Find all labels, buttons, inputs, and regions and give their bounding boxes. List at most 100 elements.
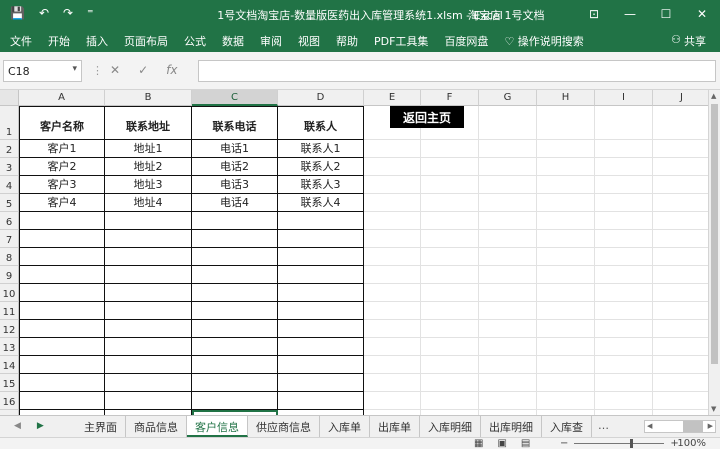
ribbon-display-icon[interactable]: ⊡ xyxy=(576,0,612,28)
column-header-c[interactable]: C xyxy=(192,90,278,106)
sheet-prev-icon[interactable]: ◀ xyxy=(14,421,21,431)
column-header-i[interactable]: I xyxy=(595,90,653,106)
cell-i15[interactable] xyxy=(595,374,653,392)
cell-j2[interactable] xyxy=(653,140,708,158)
cell-i7[interactable] xyxy=(595,230,653,248)
cell-j12[interactable] xyxy=(653,320,708,338)
table-cell-empty[interactable] xyxy=(105,230,192,248)
table-cell-empty[interactable] xyxy=(192,320,278,338)
cell-i11[interactable] xyxy=(595,302,653,320)
table-cell[interactable]: 客户1 xyxy=(19,140,105,158)
sheet-tab[interactable]: 供应商信息 xyxy=(248,416,320,437)
cell-e9[interactable] xyxy=(364,266,421,284)
tab-file[interactable]: 文件 xyxy=(6,33,44,49)
column-header-b[interactable]: B xyxy=(105,90,192,106)
row-header-15[interactable]: 15 xyxy=(0,374,19,392)
table-cell-empty[interactable] xyxy=(192,266,278,284)
chevron-down-icon[interactable]: ▾ xyxy=(72,64,77,74)
column-header-d[interactable]: D xyxy=(278,90,364,106)
cell-j7[interactable] xyxy=(653,230,708,248)
table-cell-empty[interactable] xyxy=(105,320,192,338)
table-cell-empty[interactable] xyxy=(105,338,192,356)
cell-i5[interactable] xyxy=(595,194,653,212)
sheet-tab[interactable]: 出库单 xyxy=(370,416,420,437)
close-button[interactable]: ✕ xyxy=(684,0,720,28)
cell-j6[interactable] xyxy=(653,212,708,230)
table-cell-empty[interactable] xyxy=(105,356,192,374)
cell-j13[interactable] xyxy=(653,338,708,356)
cell-f5[interactable] xyxy=(421,194,479,212)
cell-g7[interactable] xyxy=(479,230,537,248)
table-cell-empty[interactable] xyxy=(192,338,278,356)
table-cell-empty[interactable] xyxy=(105,248,192,266)
cell-e15[interactable] xyxy=(364,374,421,392)
cell-i10[interactable] xyxy=(595,284,653,302)
sheet-tab[interactable]: 客户信息 xyxy=(187,416,248,437)
cell-h2[interactable] xyxy=(537,140,595,158)
cell-h9[interactable] xyxy=(537,266,595,284)
table-cell-empty[interactable] xyxy=(192,302,278,320)
cell-i4[interactable] xyxy=(595,176,653,194)
cell-h16[interactable] xyxy=(537,392,595,410)
table-cell-empty[interactable] xyxy=(19,320,105,338)
cell-h8[interactable] xyxy=(537,248,595,266)
cell-h11[interactable] xyxy=(537,302,595,320)
zoom-out-icon[interactable]: − xyxy=(560,438,568,449)
cell-g6[interactable] xyxy=(479,212,537,230)
normal-view-icon[interactable]: ▦ xyxy=(474,438,483,449)
zoom-slider[interactable] xyxy=(574,439,665,448)
row-header-12[interactable]: 12 xyxy=(0,320,19,338)
cell-h6[interactable] xyxy=(537,212,595,230)
table-cell[interactable]: 地址2 xyxy=(105,158,192,176)
table-header-cell[interactable]: 客户名称 xyxy=(19,106,105,140)
minimize-button[interactable]: — xyxy=(612,0,648,28)
cell-e5[interactable] xyxy=(364,194,421,212)
cell-e8[interactable] xyxy=(364,248,421,266)
scroll-left-icon[interactable]: ◀ xyxy=(647,422,652,430)
cell-e16[interactable] xyxy=(364,392,421,410)
cell-j10[interactable] xyxy=(653,284,708,302)
cell-j14[interactable] xyxy=(653,356,708,374)
table-cell-empty[interactable] xyxy=(105,392,192,410)
table-cell[interactable]: 地址3 xyxy=(105,176,192,194)
row-header-13[interactable]: 13 xyxy=(0,338,19,356)
scroll-right-icon[interactable]: ▶ xyxy=(708,422,713,430)
table-cell[interactable]: 联系人1 xyxy=(278,140,364,158)
row-header-16[interactable]: 16 xyxy=(0,392,19,410)
scroll-down-icon[interactable]: ▼ xyxy=(711,405,716,413)
column-header-f[interactable]: F xyxy=(421,90,479,106)
page-break-view-icon[interactable]: ▤ xyxy=(521,438,530,449)
table-cell[interactable]: 电话4 xyxy=(192,194,278,212)
cell-f12[interactable] xyxy=(421,320,479,338)
cell-g5[interactable] xyxy=(479,194,537,212)
cell-j4[interactable] xyxy=(653,176,708,194)
cell-g16[interactable] xyxy=(479,392,537,410)
column-header-h[interactable]: H xyxy=(537,90,595,106)
table-cell-empty[interactable] xyxy=(19,302,105,320)
cell-e4[interactable] xyxy=(364,176,421,194)
cell-g12[interactable] xyxy=(479,320,537,338)
cell-g1[interactable] xyxy=(479,106,537,140)
cell-j16[interactable] xyxy=(653,392,708,410)
cell-f10[interactable] xyxy=(421,284,479,302)
table-cell-empty[interactable] xyxy=(192,392,278,410)
row-header-11[interactable]: 11 xyxy=(0,302,19,320)
user-account[interactable]: 淘宝店 1号文档 xyxy=(468,7,545,23)
cell-j3[interactable] xyxy=(653,158,708,176)
sheet-tab[interactable]: 入库查 xyxy=(542,416,592,437)
home-button[interactable]: 返回主页 xyxy=(390,106,464,128)
vertical-scrollbar[interactable]: ▲ ▼ xyxy=(708,90,720,415)
table-cell-empty[interactable] xyxy=(19,230,105,248)
tell-me-search[interactable]: ♡ 操作说明搜索 xyxy=(500,33,595,49)
table-cell-empty[interactable] xyxy=(105,284,192,302)
cell-h5[interactable] xyxy=(537,194,595,212)
cell-h1[interactable] xyxy=(537,106,595,140)
table-cell-empty[interactable] xyxy=(278,212,364,230)
column-header-g[interactable]: G xyxy=(479,90,537,106)
cell-g11[interactable] xyxy=(479,302,537,320)
tab-baidu-netdisk[interactable]: 百度网盘 xyxy=(440,33,500,49)
cell-h15[interactable] xyxy=(537,374,595,392)
tab-page-layout[interactable]: 页面布局 xyxy=(120,33,180,49)
column-header-j[interactable]: J xyxy=(653,90,708,106)
table-cell-empty[interactable] xyxy=(278,248,364,266)
